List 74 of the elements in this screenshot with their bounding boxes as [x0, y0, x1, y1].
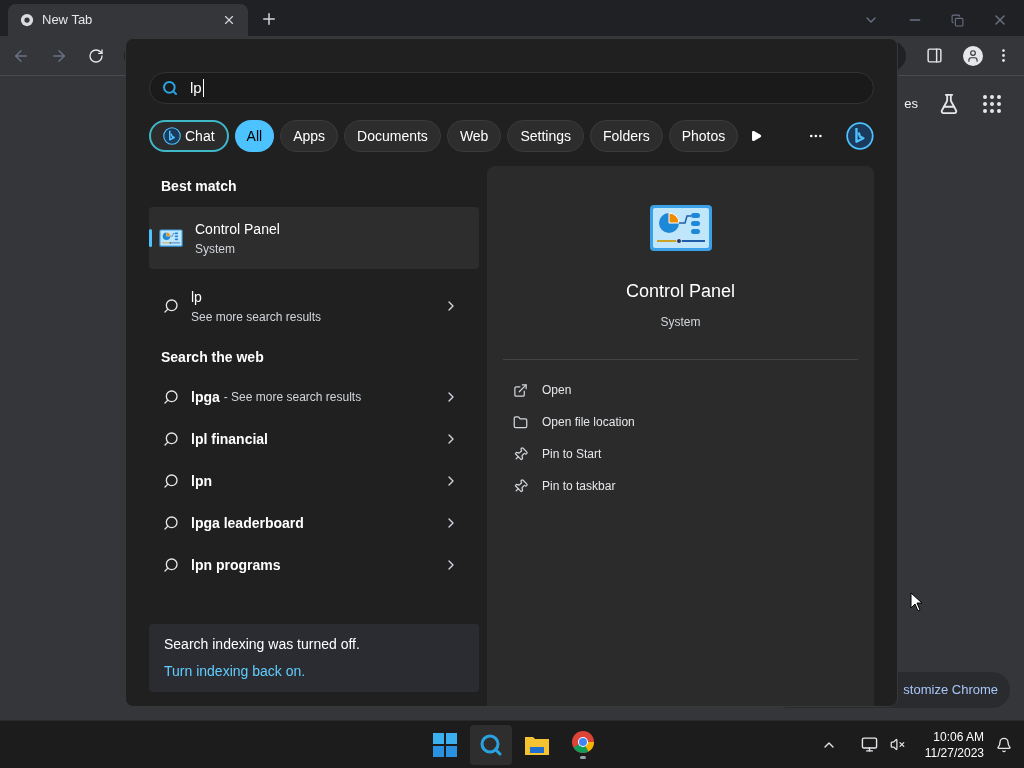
preview-title: Control Panel — [625, 280, 736, 303]
web-result-item[interactable]: lpga leaderboard — [149, 502, 479, 544]
folder-icon — [513, 414, 528, 430]
web-result-query: lpl financial — [191, 429, 268, 449]
web-result-query: lpn programs — [191, 555, 281, 575]
search-icon — [163, 389, 179, 405]
search-query: lp — [190, 79, 204, 97]
turn-on-indexing-link[interactable]: Turn indexing back on. — [164, 661, 464, 682]
result-subtitle: See more search results — [191, 308, 323, 326]
search-icon — [163, 515, 179, 531]
close-tab-icon[interactable] — [222, 13, 236, 27]
preview-action[interactable]: Open file location — [503, 406, 858, 438]
chat-filter-chip[interactable]: Chat — [149, 120, 229, 152]
filter-chip[interactable]: Documents — [344, 120, 441, 152]
filter-chip[interactable]: Web — [446, 120, 502, 152]
preview-action[interactable]: Pin to Start — [503, 438, 858, 470]
notice-text: Search indexing was turned off. — [164, 635, 361, 654]
play-icon[interactable] — [750, 129, 763, 143]
preview-action[interactable]: Pin to taskbar — [503, 470, 858, 502]
preview-subtitle: System — [660, 314, 701, 331]
search-icon — [163, 431, 179, 447]
search-icon — [162, 80, 178, 96]
header-link[interactable]: es — [904, 94, 918, 114]
search-icon — [163, 298, 179, 314]
profile-avatar[interactable] — [963, 45, 983, 66]
flask-icon[interactable] — [938, 93, 960, 115]
notification-bell-icon[interactable] — [996, 736, 1012, 753]
new-tab-icon[interactable] — [260, 10, 278, 28]
best-match-item[interactable]: Control Panel System — [149, 207, 479, 269]
filter-chip[interactable]: Apps — [280, 120, 339, 152]
web-result-hint: - See more search results — [223, 389, 362, 406]
muted-speaker-icon[interactable] — [889, 737, 905, 752]
web-result-query: lpga leaderboard — [191, 513, 304, 533]
taskbar-search-button[interactable] — [470, 724, 512, 765]
section-heading: Best match — [160, 177, 238, 196]
web-result-item[interactable]: lpn programs — [149, 544, 479, 586]
web-result-query: lpn — [191, 471, 212, 491]
result-subtitle: System — [195, 240, 236, 258]
result-title: lp — [191, 287, 203, 307]
filter-chip[interactable]: All — [234, 120, 275, 152]
side-panel-icon[interactable] — [926, 47, 943, 64]
control-panel-icon — [648, 204, 713, 252]
mouse-pointer-icon — [910, 592, 924, 612]
bing-icon — [163, 127, 181, 145]
result-title: Control Panel — [195, 219, 280, 239]
network-icon[interactable] — [860, 736, 878, 753]
web-result-item[interactable]: lpn — [149, 460, 479, 502]
browser-tab[interactable]: New Tab — [8, 4, 248, 36]
external-link-icon — [513, 382, 528, 398]
search-result-item[interactable]: lp See more search results — [149, 275, 479, 337]
search-icon — [163, 473, 179, 489]
preview-action[interactable]: Open — [503, 374, 858, 406]
web-result-item[interactable]: lpga - See more search results — [149, 376, 479, 418]
clock-time: 10:06 AM — [933, 728, 984, 745]
search-icon — [163, 557, 179, 573]
apps-grid-icon[interactable] — [980, 92, 1004, 116]
tab-title: New Tab — [42, 11, 94, 30]
search-icon — [479, 732, 503, 757]
filter-chip[interactable]: Settings — [507, 120, 584, 152]
restore-icon[interactable] — [951, 13, 964, 27]
search-field[interactable]: lp — [149, 72, 874, 104]
section-heading: Search the web — [160, 348, 265, 367]
web-result-item[interactable]: lpl financial — [149, 418, 479, 460]
chrome-logo-icon — [20, 13, 34, 27]
control-panel-icon — [159, 229, 183, 247]
reload-icon[interactable] — [88, 47, 104, 64]
clock-date: 11/27/2023 — [924, 744, 984, 761]
windows-logo-icon — [433, 732, 457, 757]
filter-chip[interactable]: Photos — [668, 120, 739, 152]
clock[interactable]: 10:06 AM 11/27/2023 — [924, 728, 984, 761]
filter-chip[interactable]: Folders — [590, 120, 663, 152]
chrome-logo-icon — [571, 730, 595, 754]
bing-chat-icon — [846, 120, 874, 152]
web-result-query: lpga — [191, 387, 220, 407]
